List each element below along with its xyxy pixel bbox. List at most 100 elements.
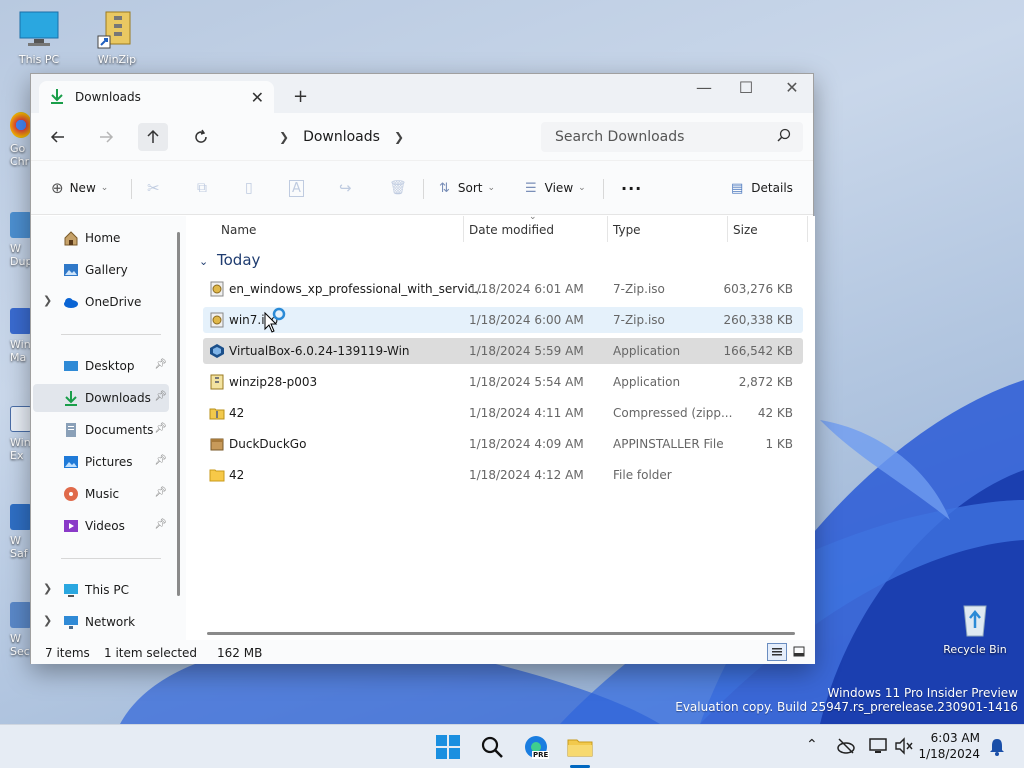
back-button[interactable] <box>43 123 73 151</box>
chevron-right-icon[interactable]: ❯ <box>394 130 404 144</box>
start-button[interactable] <box>434 733 462 761</box>
file-date: 1/18/2024 4:09 AM <box>469 437 584 451</box>
watermark-line: Evaluation copy. Build 25947.rs_prerelea… <box>675 700 1018 714</box>
clock[interactable]: 6:03 AM 1/18/2024 <box>918 730 980 762</box>
file-size: 1 KB <box>765 437 793 451</box>
new-tab-button[interactable]: + <box>293 86 308 107</box>
sort-label: Sort <box>457 181 483 195</box>
sidebar-item-onedrive[interactable]: ❯ OneDrive <box>33 288 169 316</box>
column-divider[interactable] <box>463 216 464 242</box>
file-type: Application <box>613 344 681 358</box>
desktop-icon-label: WinZip <box>97 53 137 66</box>
file-row-selected[interactable]: VirtualBox-6.0.24-139119-Win 1/18/2024 5… <box>203 338 803 364</box>
volume-muted-icon[interactable] <box>894 737 914 758</box>
maximize-button[interactable]: ☐ <box>723 78 769 97</box>
file-date: 1/18/2024 6:00 AM <box>469 313 584 327</box>
column-size[interactable]: Size <box>733 223 758 237</box>
group-header-today[interactable]: ⌄ Today <box>199 251 260 269</box>
pin-icon: 📌︎ <box>154 455 167 466</box>
sidebar-item-label: Gallery <box>85 263 128 277</box>
file-row[interactable]: winzip28-p003 1/18/2024 5:54 AM Applicat… <box>203 369 803 395</box>
up-button[interactable] <box>138 123 168 151</box>
sidebar-item-videos[interactable]: Videos 📌︎ <box>33 512 169 540</box>
edge-button[interactable]: PRE <box>522 733 550 761</box>
chevron-right-icon[interactable]: ❯ <box>43 614 52 627</box>
file-explorer-button[interactable] <box>566 733 594 768</box>
sidebar-item-documents[interactable]: Documents 📌︎ <box>33 416 169 444</box>
paste-button[interactable]: ▯ <box>245 176 253 200</box>
file-row[interactable]: DuckDuckGo 1/18/2024 4:09 AM APPINSTALLE… <box>203 431 803 457</box>
rename-button[interactable]: A <box>289 176 304 200</box>
network-icon[interactable] <box>868 737 888 758</box>
delete-button[interactable]: 🗑︎ <box>389 176 407 200</box>
sidebar-item-music[interactable]: Music 📌︎ <box>33 480 169 508</box>
sidebar-item-home[interactable]: Home <box>33 224 169 252</box>
sidebar-item-pictures[interactable]: Pictures 📌︎ <box>33 448 169 476</box>
column-divider[interactable] <box>607 216 608 242</box>
arrow-right-icon <box>100 131 114 143</box>
tiles-view-button[interactable] <box>789 643 809 661</box>
search-placeholder: Search Downloads <box>555 129 685 145</box>
copy-icon: ⧉ <box>197 180 207 196</box>
navigation-bar: ❯ Downloads ❯ Search Downloads <box>31 113 813 161</box>
file-date: 1/18/2024 5:59 AM <box>469 344 584 358</box>
more-options-button[interactable]: ··· <box>621 176 642 200</box>
file-row[interactable]: win7.iso 1/18/2024 6:00 AM 7-Zip.iso 260… <box>203 307 803 333</box>
cloud-offline-icon[interactable] <box>836 737 856 758</box>
minimize-button[interactable]: — <box>681 78 727 97</box>
sidebar-item-desktop[interactable]: Desktop 📌︎ <box>33 352 169 380</box>
sidebar-item-gallery[interactable]: Gallery <box>33 256 169 284</box>
notification-bell-icon[interactable] <box>988 737 1006 760</box>
new-button[interactable]: ⊕ New ⌄ <box>51 176 108 200</box>
windows-logo-icon <box>436 735 460 759</box>
file-row[interactable]: 42 1/18/2024 4:12 AM File folder <box>203 462 803 488</box>
winzip-manager-icon <box>10 308 32 334</box>
details-pane-icon: ▤ <box>731 180 744 196</box>
close-window-button[interactable]: ✕ <box>769 78 815 97</box>
forward-button[interactable] <box>91 123 121 151</box>
plus-circle-icon: ⊕ <box>51 179 64 197</box>
breadcrumb-downloads[interactable]: Downloads <box>303 129 380 145</box>
file-list: Name Date modified ⌄ Type Size ⌄ Today e… <box>189 212 815 640</box>
file-date: 1/18/2024 4:12 AM <box>469 468 584 482</box>
file-explorer-window: Downloads ✕ + — ☐ ✕ ❯ Downloads ❯ Search… <box>30 73 815 664</box>
vertical-scrollbar[interactable] <box>177 232 180 596</box>
share-button[interactable]: ↪ <box>339 176 352 200</box>
tab-downloads[interactable]: Downloads ✕ <box>39 81 274 113</box>
column-divider[interactable] <box>807 216 808 242</box>
horizontal-scrollbar[interactable] <box>207 632 795 635</box>
search-button[interactable] <box>478 733 506 761</box>
sidebar-item-label: OneDrive <box>85 295 142 309</box>
chevron-right-icon[interactable]: ❯ <box>43 294 52 307</box>
sidebar-item-label: Downloads <box>85 391 151 405</box>
chevron-right-icon[interactable]: ❯ <box>43 582 52 595</box>
copy-button[interactable]: ⧉ <box>197 176 207 200</box>
close-tab-icon[interactable]: ✕ <box>251 88 264 107</box>
details-view-button[interactable] <box>767 643 787 661</box>
desktop-icon-recycle-bin[interactable]: Recycle Bin <box>940 598 1010 656</box>
details-pane-button[interactable]: ▤ Details <box>731 176 793 200</box>
share-icon: ↪ <box>339 179 352 197</box>
column-name[interactable]: Name <box>221 223 256 237</box>
column-divider[interactable] <box>727 216 728 242</box>
view-button[interactable]: ☰ View ⌄ <box>525 176 586 200</box>
file-row[interactable]: 42 1/18/2024 4:11 AM Compressed (zipp...… <box>203 400 803 426</box>
column-date-modified[interactable]: Date modified <box>469 223 554 237</box>
sidebar-item-network[interactable]: ❯ Network <box>33 608 169 636</box>
desktop-icon-this-pc[interactable]: This PC <box>4 8 74 66</box>
column-type[interactable]: Type <box>613 223 641 237</box>
trash-icon: 🗑︎ <box>389 180 407 196</box>
search-icon <box>481 736 503 758</box>
search-input[interactable]: Search Downloads <box>541 122 803 152</box>
desktop-icon-winzip[interactable]: WinZip <box>82 8 152 66</box>
cut-button[interactable]: ✂ <box>147 176 160 200</box>
sidebar-item-this-pc[interactable]: ❯ This PC <box>33 576 169 604</box>
address-bar[interactable]: ❯ Downloads ❯ <box>233 122 533 152</box>
file-row[interactable]: en_windows_xp_professional_with_servic..… <box>203 276 803 302</box>
sort-button[interactable]: ⇅ Sort ⌄ <box>439 176 495 200</box>
file-size: 166,542 KB <box>723 344 793 358</box>
chevron-right-icon[interactable]: ❯ <box>279 130 289 144</box>
chevron-up-icon[interactable]: ⌃ <box>806 737 818 753</box>
sidebar-item-downloads[interactable]: Downloads 📌︎ <box>33 384 169 412</box>
refresh-button[interactable] <box>186 123 216 151</box>
